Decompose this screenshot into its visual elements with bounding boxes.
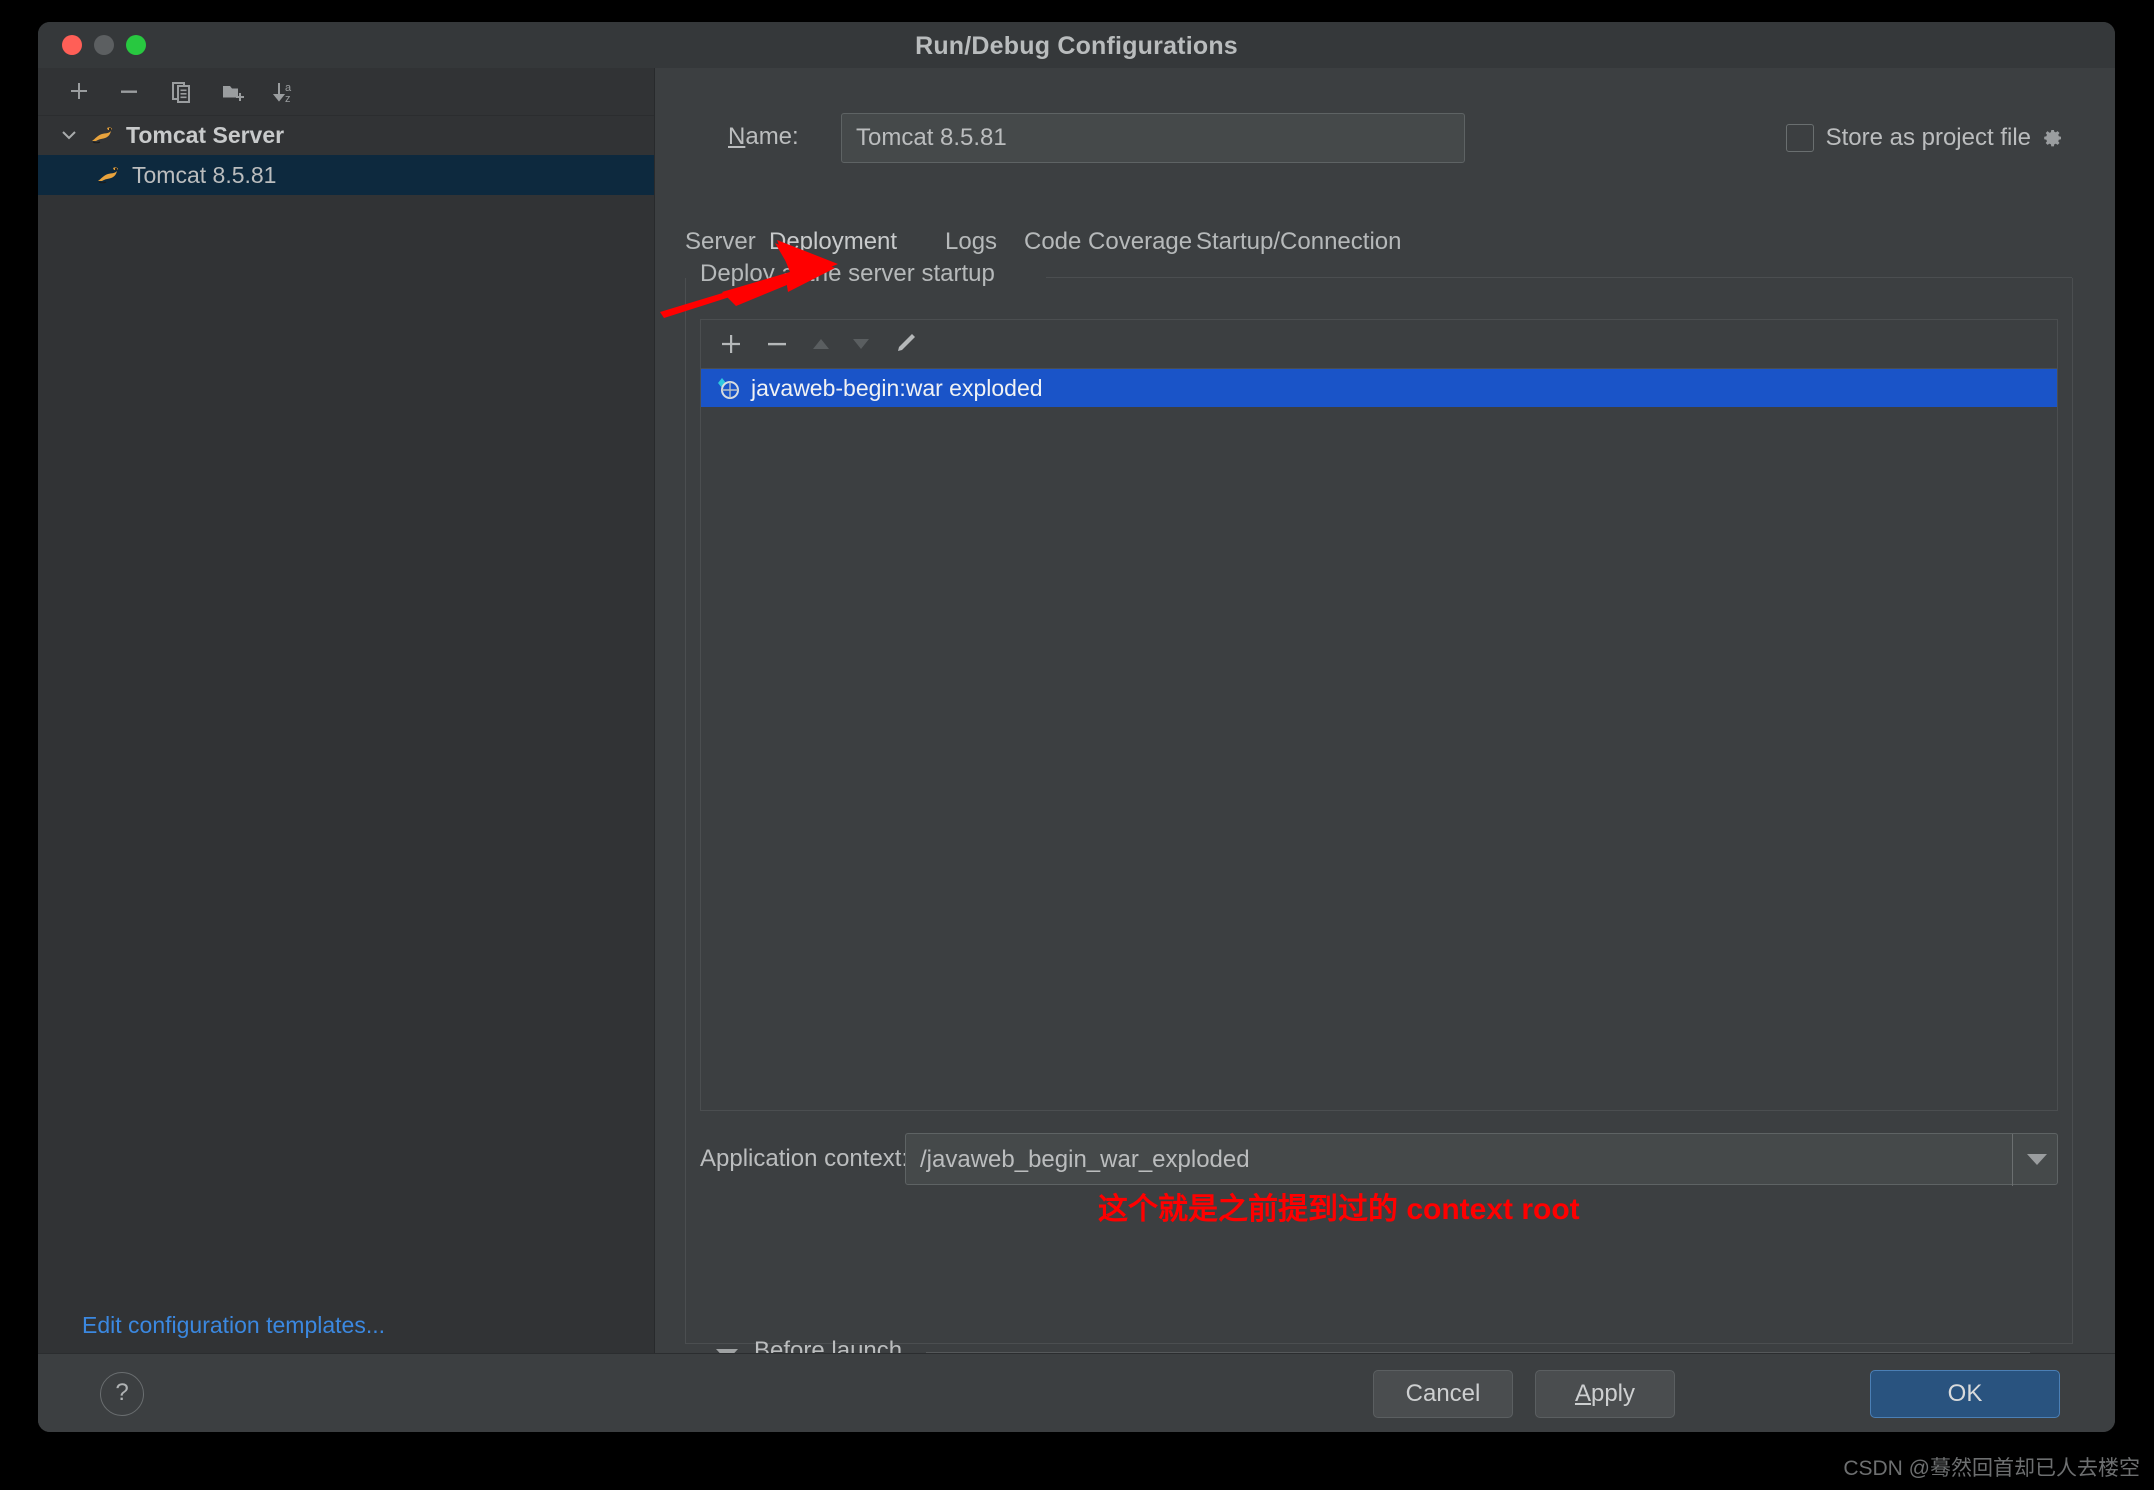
new-folder-button[interactable] [218,77,248,107]
application-context-label: Application context: [700,1145,909,1172]
tomcat-icon [88,123,118,147]
copy-configuration-button[interactable] [166,77,196,107]
name-label: Name: [728,123,799,150]
store-as-project-file-checkbox[interactable] [1785,124,1814,152]
add-artifact-button[interactable] [715,328,747,360]
deploy-group-title: Deploy at the server startup [700,260,1005,288]
list-item[interactable]: javaweb-begin:war exploded [701,369,2057,407]
tomcat-icon [94,163,124,187]
title-bar: Run/Debug Configurations [38,22,2115,69]
list-item-label: javaweb-begin:war exploded [751,374,1043,401]
ok-button[interactable]: OK [1870,1370,2060,1418]
tree-item-label: Tomcat 8.5.81 [132,161,277,188]
apply-button[interactable]: Apply [1535,1370,1675,1418]
edit-artifact-button[interactable] [889,328,921,360]
sidebar-toolbar: a z [38,68,654,116]
tab-code-coverage[interactable]: Code Coverage [1024,216,1192,272]
remove-artifact-button[interactable] [761,328,793,360]
edit-templates-area: Edit configuration templates... [38,1306,654,1354]
gear-icon[interactable] [2041,126,2065,150]
tree-group-label: Tomcat Server [126,121,285,148]
application-context-input[interactable]: /javaweb_begin_war_exploded [905,1133,2058,1186]
move-artifact-up-button [805,328,837,360]
deploy-artifacts-panel: javaweb-begin:war exploded [700,319,2058,1111]
sort-configurations-button[interactable]: a z [270,77,300,107]
chevron-down-icon[interactable] [58,124,80,146]
configuration-editor: Name: Store as project file Server Deplo… [655,68,2115,1364]
remove-configuration-button[interactable] [114,77,144,107]
cancel-button[interactable]: Cancel [1373,1370,1513,1418]
tab-startup-connection[interactable]: Startup/Connection [1196,216,1401,272]
group-divider [1046,277,2072,278]
watermark: CSDN @蓦然回首却已人去楼空 [1843,1457,2140,1480]
store-as-project-file-row: Store as project file [1785,118,2065,158]
name-input[interactable] [841,113,1465,163]
application-context-value: /javaweb_begin_war_exploded [920,1146,1250,1173]
edit-configuration-templates-link[interactable]: Edit configuration templates... [82,1312,385,1339]
configurations-sidebar: a z Tomcat Server Tomcat 8.5.81 Edit con… [38,68,655,1432]
add-configuration-button[interactable] [64,77,94,107]
chevron-down-icon[interactable] [2027,1154,2047,1165]
move-artifact-down-button [845,328,877,360]
run-debug-configurations-dialog: Run/Debug Configurations a z Tomcat Serv… [38,22,2115,1432]
deploy-artifacts-list[interactable]: javaweb-begin:war exploded [701,369,2057,1110]
deployment-tab-content: Deploy at the server startup javaweb-beg… [685,260,2073,1364]
artifact-icon [715,375,741,401]
tree-group-tomcat-server[interactable]: Tomcat Server [38,115,654,155]
deploy-toolbar [701,320,2057,369]
text-caret [2012,1134,2013,1186]
dialog-footer: ? Cancel Apply OK [38,1353,2115,1432]
application-context-row: Application context: /javaweb_begin_war_… [700,1133,2058,1186]
tree-item-tomcat-8581[interactable]: Tomcat 8.5.81 [38,155,654,195]
configurations-tree[interactable]: Tomcat Server Tomcat 8.5.81 [38,115,654,1306]
dialog-title: Run/Debug Configurations [915,32,1238,60]
store-as-project-file-label: Store as project file [1825,124,2031,151]
help-button[interactable]: ? [100,1372,144,1416]
svg-text:z: z [285,93,291,105]
